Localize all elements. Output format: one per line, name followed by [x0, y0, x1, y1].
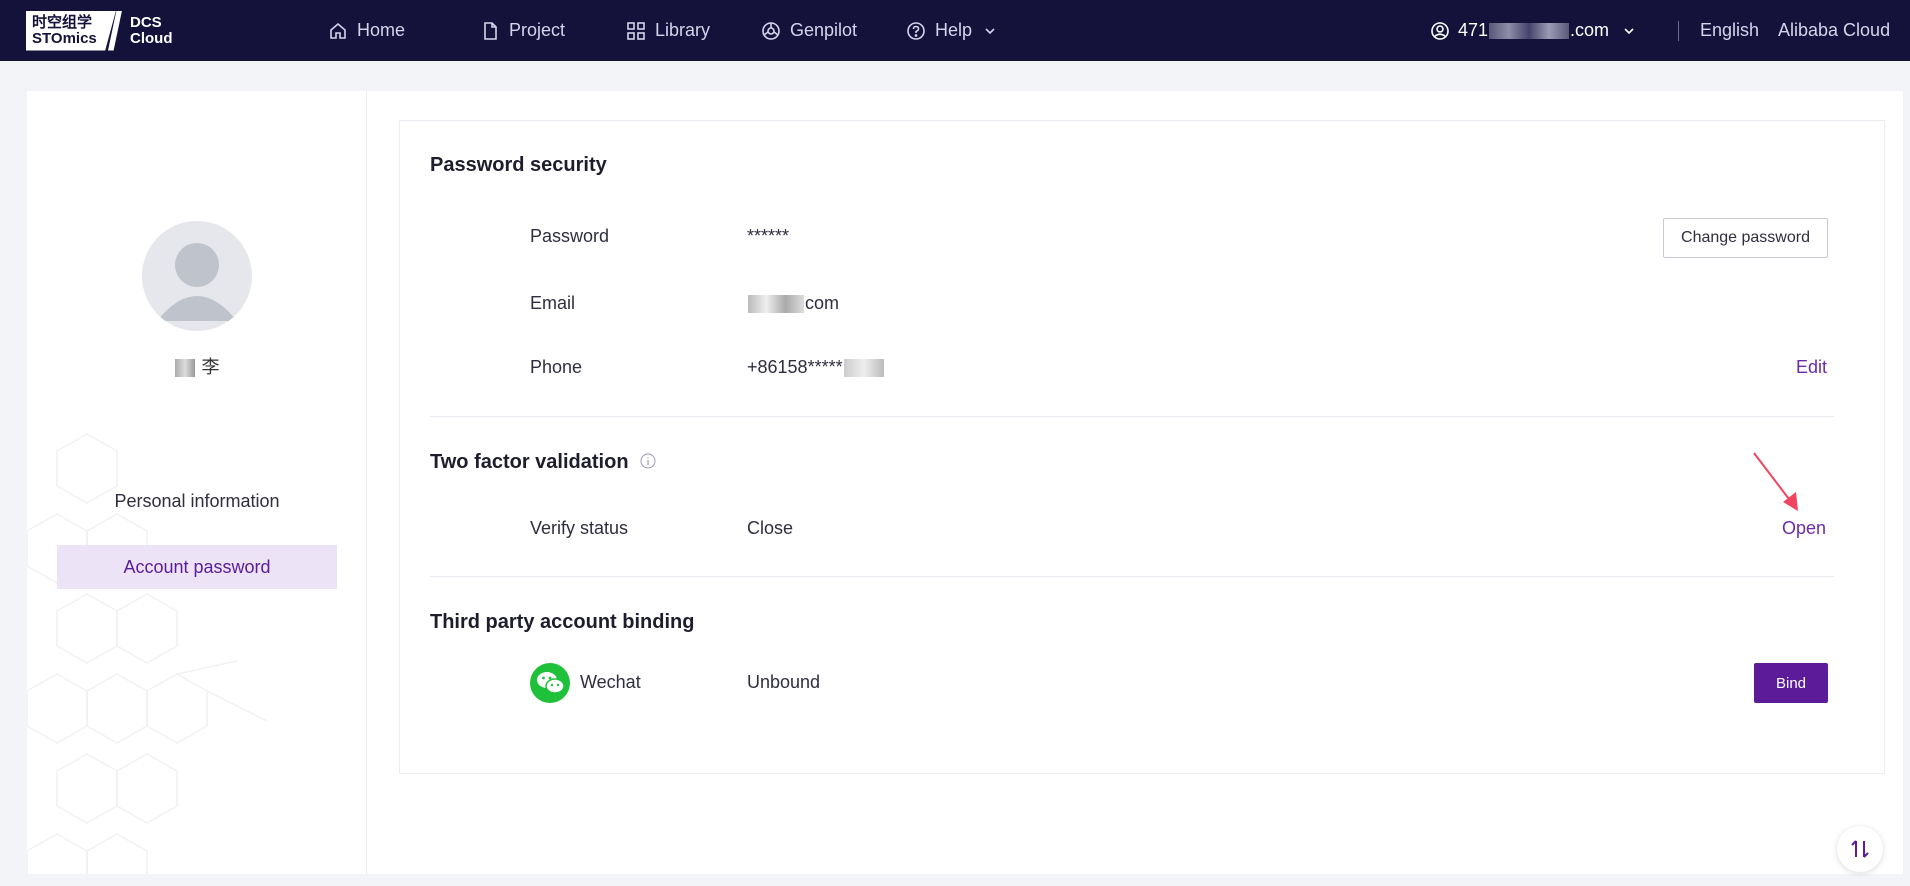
open-two-factor-link[interactable]: Open: [1782, 518, 1826, 539]
cloud-switch[interactable]: Alibaba Cloud: [1778, 0, 1890, 61]
globe-icon: [761, 21, 781, 41]
help-icon: [906, 21, 926, 41]
grid-icon: [626, 21, 646, 41]
password-value: ******: [747, 226, 790, 246]
user-icon: [1430, 21, 1450, 41]
home-icon: [328, 21, 348, 41]
change-password-button[interactable]: Change password: [1663, 218, 1828, 258]
user-email-suffix: .com: [1570, 20, 1610, 40]
nav-library-label: Library: [655, 20, 711, 40]
avatar: [142, 221, 252, 331]
verify-status-label: Verify status: [530, 518, 629, 538]
security-card: Password security Password ****** Change…: [399, 120, 1885, 774]
info-icon[interactable]: [640, 453, 656, 469]
logo-product-line1: DCS: [130, 13, 162, 31]
chevron-down-icon: [1623, 25, 1635, 37]
nav-home-label: Home: [357, 20, 406, 40]
wechat-icon: [530, 663, 570, 703]
section-title-two-factor: Two factor validation: [430, 451, 656, 474]
nav-help-label: Help: [935, 20, 973, 40]
document-icon: [480, 21, 500, 41]
logo-product-line2: Cloud: [130, 29, 173, 47]
user-avatar-icon: [157, 243, 237, 321]
language-label: English: [1700, 20, 1760, 40]
annotation-arrow-icon: [1753, 452, 1798, 511]
sidebar-item-personal-information[interactable]: Personal information: [57, 479, 337, 523]
section-divider: [430, 576, 1834, 577]
nav-help[interactable]: Help: [906, 0, 1005, 61]
nav-project-label: Project: [509, 20, 566, 40]
user-email-prefix: 471: [1458, 20, 1489, 40]
email-label: Email: [530, 293, 576, 313]
sidebar-item-label: Personal information: [114, 490, 280, 511]
blurred-phone: [843, 359, 884, 378]
edit-phone-link[interactable]: Edit: [1796, 357, 1827, 378]
nav-project[interactable]: Project: [480, 0, 565, 61]
wechat-status: Unbound: [747, 672, 821, 692]
nav-genpilot-label: Genpilot: [790, 20, 858, 40]
logo-mark: 时空组学 STOmics: [26, 10, 116, 51]
user-menu[interactable]: 471 .com: [1430, 0, 1635, 61]
section-title-password-security: Password security: [430, 154, 607, 176]
nav-genpilot[interactable]: Genpilot: [761, 0, 857, 61]
nav-home[interactable]: Home: [328, 0, 405, 61]
wechat-label: Wechat: [580, 672, 641, 692]
section-divider: [430, 416, 1834, 417]
logo[interactable]: 时空组学 STOmics DCS Cloud: [26, 10, 173, 51]
sidebar-item-label: Account password: [123, 556, 271, 577]
phone-value: +86158*****: [747, 357, 843, 377]
logo-cn-text: 时空组学: [32, 13, 93, 31]
blurred-email: [748, 295, 804, 314]
phone-label: Phone: [530, 357, 583, 377]
verify-status-value: Close: [747, 518, 794, 538]
section-title-third-party: Third party account binding: [430, 611, 695, 633]
sidebar: 李 Personal information Account password: [27, 91, 367, 874]
phone-value-wrap: +86158*****: [747, 357, 885, 378]
chevron-down-icon: [984, 21, 996, 41]
scroll-toggle-button[interactable]: [1837, 826, 1883, 872]
top-divider: [1678, 21, 1679, 41]
cloud-label: Alibaba Cloud: [1778, 20, 1891, 40]
email-value-wrap: com: [747, 293, 839, 314]
logo-en-text: STOmics: [32, 29, 97, 47]
bind-wechat-button[interactable]: Bind: [1754, 663, 1828, 703]
username: 李: [27, 353, 366, 379]
username-text: 李: [201, 357, 220, 377]
blurred-name: [175, 359, 196, 378]
nav-library[interactable]: Library: [626, 0, 710, 61]
sort-arrows-icon: [1851, 840, 1869, 858]
top-navbar: 时空组学 STOmics DCS Cloud Home Project Libr…: [0, 0, 1910, 61]
sidebar-item-account-password[interactable]: Account password: [57, 545, 337, 589]
password-label: Password: [530, 226, 610, 246]
logo-product: DCS Cloud: [130, 13, 173, 47]
main-panel: 李 Personal information Account password …: [27, 91, 1903, 874]
blurred-email: [1489, 22, 1570, 39]
two-factor-title-text: Two factor validation: [430, 451, 629, 473]
language-switch[interactable]: English: [1700, 0, 1759, 61]
email-value: com: [805, 293, 840, 313]
